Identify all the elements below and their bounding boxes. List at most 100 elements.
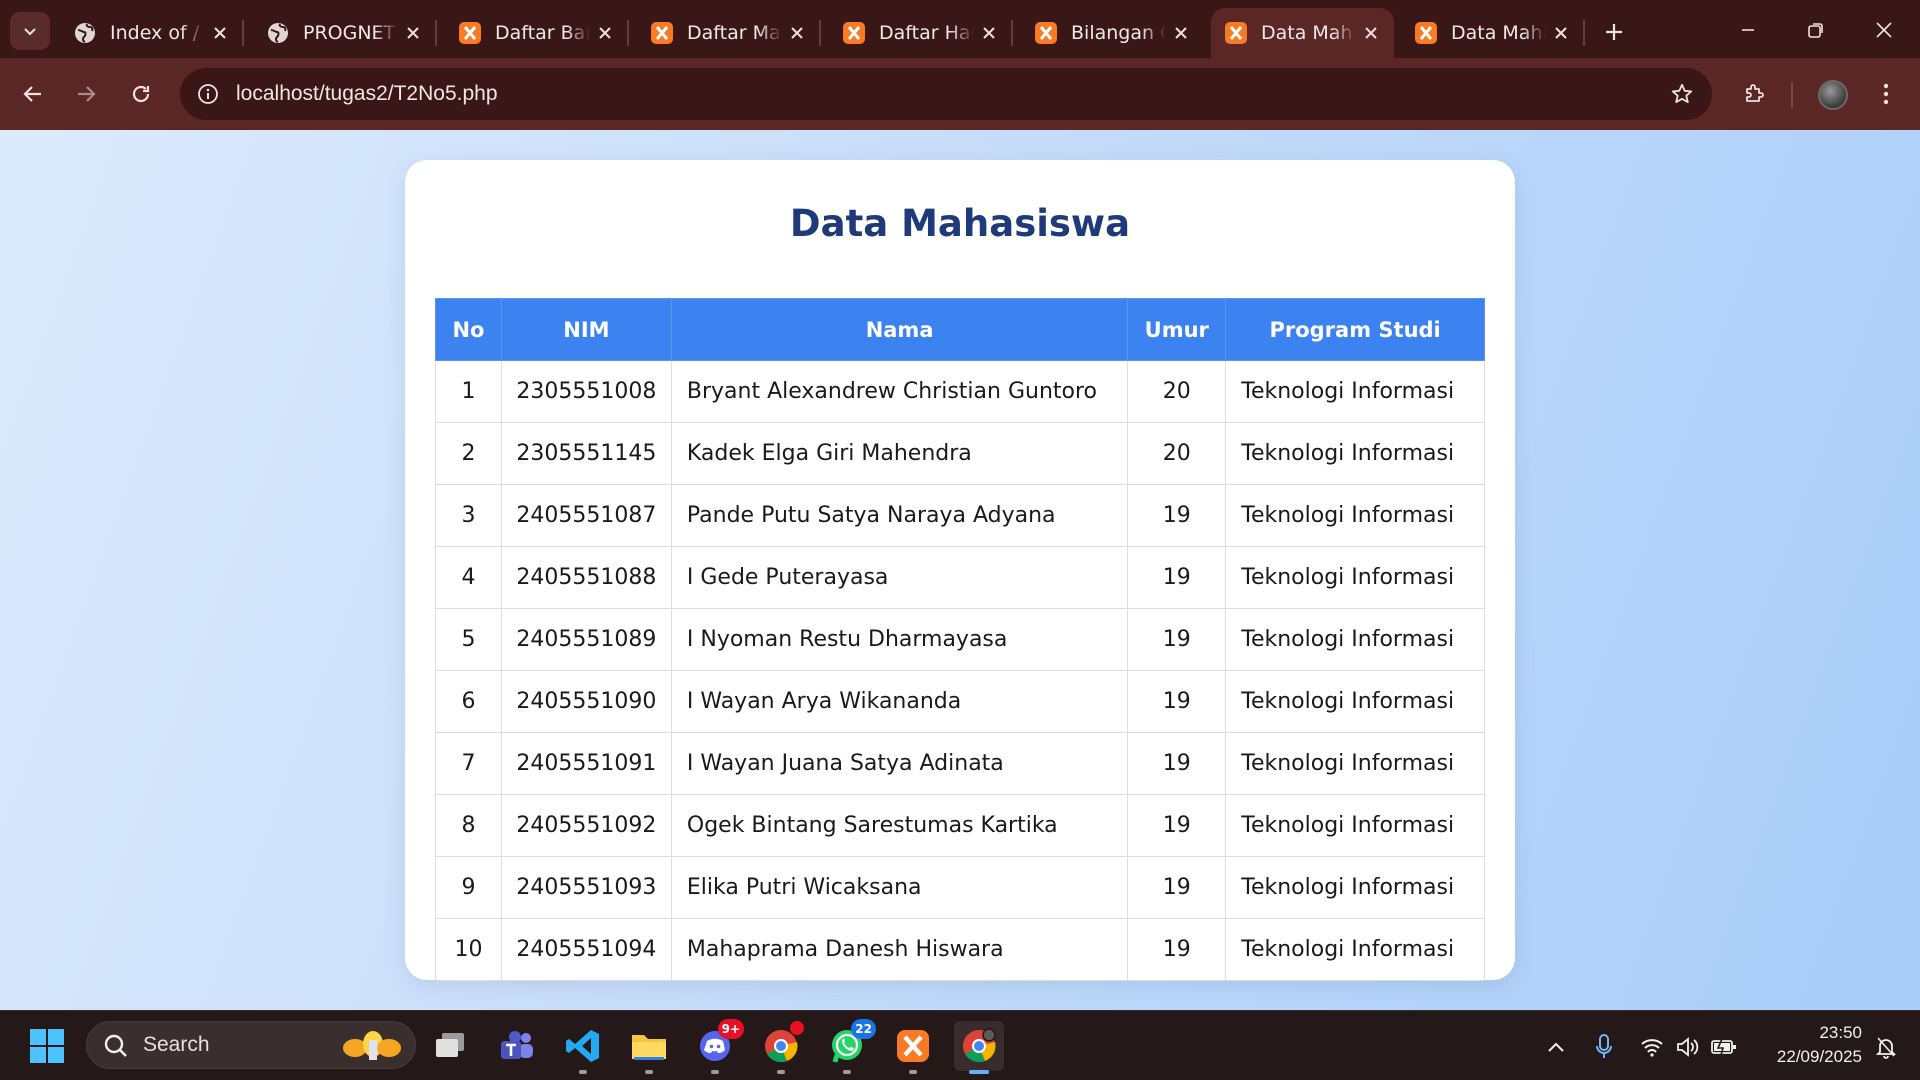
browser-toolbar: localhost/tugas2/T2No5.php — [0, 58, 1920, 130]
cell-umur: 19 — [1127, 484, 1227, 547]
search-label: Search — [143, 1033, 210, 1056]
notification-dot — [790, 1021, 804, 1035]
globe-icon — [72, 20, 98, 46]
chrome-app[interactable] — [756, 1021, 806, 1074]
minimize-icon — [1742, 29, 1754, 31]
table-row: 9 2405551093 Elika Putri Wicaksana 19 Te… — [435, 856, 1485, 919]
arrow-right-icon — [78, 86, 96, 102]
restore-button[interactable] — [1788, 10, 1844, 50]
tab-prognet[interactable]: PROGNET — [253, 8, 437, 58]
page-title: Data Mahasiswa — [789, 202, 1131, 245]
chevron-down-icon — [24, 28, 36, 36]
close-tab-icon[interactable] — [782, 18, 812, 48]
wifi-status[interactable] — [1636, 1031, 1668, 1063]
clock-date: 22/09/2025 — [1776, 1047, 1862, 1066]
close-tab-icon[interactable] — [1166, 18, 1196, 48]
table-row: 6 2405551090 I Wayan Arya Wikananda 19 T… — [435, 670, 1485, 733]
volume-status[interactable] — [1672, 1031, 1704, 1063]
xampp-icon — [649, 20, 675, 46]
cell-no: 9 — [435, 856, 502, 919]
minimize-button[interactable] — [1720, 10, 1776, 50]
vscode-app[interactable] — [558, 1021, 608, 1074]
cell-nama: Bryant Alexandrew Christian Guntoro — [670, 360, 1129, 423]
student-table: No NIM Nama Umur Program Studi 1 2305551… — [435, 298, 1485, 981]
microphone-button[interactable] — [1588, 1031, 1620, 1063]
chevron-up-icon — [1548, 1042, 1564, 1052]
start-button[interactable] — [22, 1021, 72, 1071]
tab-title: Daftar Harga — [879, 22, 974, 44]
browser-menu-button[interactable] — [1864, 72, 1908, 116]
tab-daftar-mahasiswa[interactable]: Daftar Mahasiswa — [637, 8, 821, 58]
tab-daftar-barang[interactable]: Daftar Barang — [445, 8, 629, 58]
cell-nim: 2405551087 — [500, 484, 672, 547]
tab-data-mahasiswa-active[interactable]: Data Mahasiswa — [1211, 8, 1394, 58]
windows-taskbar: Search 9+ 22 23:50 22/09/2025 — [0, 1010, 1920, 1080]
cell-umur: 19 — [1127, 546, 1227, 609]
column-header-no: No — [435, 298, 502, 361]
tab-bilangan[interactable]: Bilangan Genap — [1021, 8, 1204, 58]
discord-app[interactable]: 9+ — [690, 1019, 744, 1074]
xampp-icon — [1223, 20, 1249, 46]
profile-avatar[interactable] — [1818, 80, 1848, 110]
close-tab-icon[interactable] — [1356, 18, 1386, 48]
restore-icon — [1808, 23, 1823, 38]
chrome-app-active[interactable] — [954, 1021, 1004, 1074]
teams-icon — [501, 1031, 533, 1059]
toolbar-divider — [1791, 82, 1793, 108]
cell-nama: Kadek Elga Giri Mahendra — [670, 422, 1129, 485]
new-tab-button[interactable] — [1596, 14, 1632, 50]
extensions-button[interactable] — [1732, 72, 1776, 116]
cell-umur: 19 — [1127, 918, 1227, 981]
address-bar[interactable]: localhost/tugas2/T2No5.php — [180, 68, 1712, 120]
battery-status[interactable] — [1708, 1031, 1740, 1063]
bookmark-star-icon[interactable] — [1666, 78, 1698, 110]
battery-charging-icon — [1711, 1038, 1736, 1056]
reload-button[interactable] — [119, 72, 163, 116]
system-clock[interactable]: 23:50 22/09/2025 — [1752, 1021, 1862, 1069]
tab-daftar-harga[interactable]: Daftar Harga — [829, 8, 1013, 58]
speaker-icon — [1677, 1037, 1699, 1057]
close-window-button[interactable] — [1856, 10, 1912, 50]
cell-no: 1 — [435, 360, 502, 423]
cell-nama: I Wayan Arya Wikananda — [670, 670, 1129, 733]
table-row: 7 2405551091 I Wayan Juana Satya Adinata… — [435, 732, 1485, 795]
taskbar-search[interactable]: Search — [86, 1021, 416, 1069]
tab-index[interactable]: Index of / — [60, 8, 244, 58]
cell-no: 10 — [435, 918, 502, 981]
task-view-button[interactable] — [426, 1021, 476, 1071]
notification-center-button[interactable] — [1870, 1031, 1902, 1063]
file-explorer-app[interactable] — [624, 1021, 674, 1074]
teams-app[interactable] — [492, 1021, 542, 1071]
xampp-app[interactable] — [888, 1021, 938, 1074]
tab-separator — [435, 20, 437, 46]
site-info-icon[interactable] — [194, 80, 222, 108]
close-tab-icon[interactable] — [398, 18, 428, 48]
show-hidden-icons-button[interactable] — [1540, 1031, 1572, 1063]
running-indicator — [843, 1070, 851, 1074]
close-tab-icon[interactable] — [1546, 18, 1576, 48]
bell-icon — [1875, 1037, 1897, 1059]
close-icon — [1876, 22, 1892, 38]
forward-button[interactable] — [64, 72, 108, 116]
cell-nim: 2405551090 — [500, 670, 672, 733]
cell-no: 2 — [435, 422, 502, 485]
table-header-row: No NIM Nama Umur Program Studi — [435, 298, 1485, 361]
close-tab-icon[interactable] — [205, 18, 235, 48]
tab-search-button[interactable] — [10, 12, 50, 50]
whatsapp-app[interactable]: 22 — [822, 1019, 876, 1074]
notification-badge: 9+ — [717, 1019, 744, 1039]
cell-prodi: Teknologi Informasi — [1225, 422, 1485, 485]
chrome-profile-icon — [963, 1028, 996, 1063]
column-header-nim: NIM — [500, 298, 672, 361]
cell-umur: 20 — [1127, 422, 1227, 485]
cell-nim: 2405551093 — [500, 856, 672, 919]
url-text[interactable]: localhost/tugas2/T2No5.php — [236, 68, 498, 120]
tab-data-mahasiswa[interactable]: Data Mahasiswa — [1401, 8, 1585, 58]
tab-title: Data Mahasiswa — [1451, 22, 1546, 44]
back-button[interactable] — [11, 72, 55, 116]
tab-title: Bilangan Genap — [1071, 22, 1166, 44]
cell-nim: 2405551094 — [500, 918, 672, 981]
close-tab-icon[interactable] — [974, 18, 1004, 48]
close-tab-icon[interactable] — [590, 18, 620, 48]
tab-title: Daftar Mahasiswa — [687, 22, 782, 44]
